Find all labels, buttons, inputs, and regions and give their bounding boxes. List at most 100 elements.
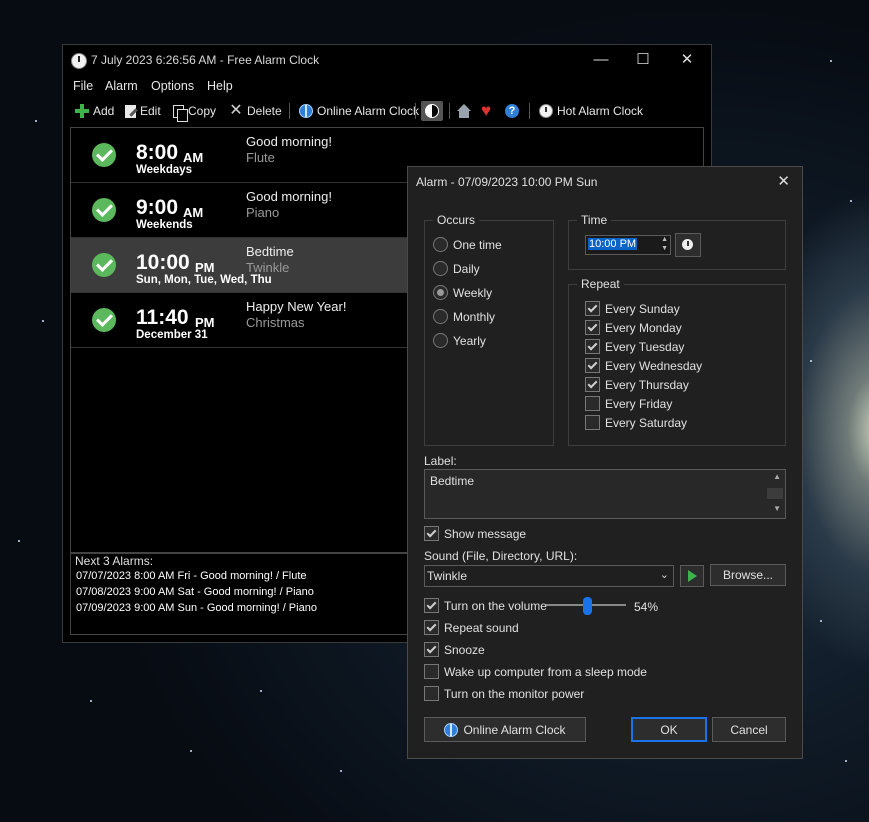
menu-file[interactable]: File bbox=[73, 79, 93, 93]
scroll-up-icon[interactable]: ▲ bbox=[773, 472, 781, 481]
checkbox-box bbox=[585, 358, 600, 373]
alarm-label: Good morning! bbox=[246, 189, 332, 204]
check-icon[interactable] bbox=[92, 198, 116, 222]
repeat-tuesday-checkbox[interactable]: Every Tuesday bbox=[585, 339, 684, 354]
radio-label: Monthly bbox=[453, 309, 496, 324]
dark-mode-toggle[interactable] bbox=[421, 101, 443, 121]
delete-button[interactable]: ✕ Delete bbox=[229, 101, 281, 121]
next-alarm-line: 07/08/2023 9:00 AM Sat - Good morning! /… bbox=[76, 586, 314, 598]
globe-icon bbox=[444, 722, 459, 737]
radio-indicator bbox=[433, 333, 448, 348]
occurs-daily-radio[interactable]: Daily bbox=[433, 261, 480, 276]
menu-help[interactable]: Help bbox=[207, 79, 233, 93]
alarm-clock-icon bbox=[71, 53, 87, 69]
toolbar-separator bbox=[449, 103, 450, 119]
alarm-time: 10:00 bbox=[136, 251, 190, 274]
homepage-button[interactable] bbox=[457, 101, 471, 121]
next-alarms-title: Next 3 Alarms: bbox=[75, 554, 154, 568]
checkbox-box bbox=[585, 320, 600, 335]
snooze-checkbox[interactable]: Snooze bbox=[424, 642, 485, 657]
checkbox-label: Every Sunday bbox=[605, 301, 680, 316]
show-message-checkbox[interactable]: Show message bbox=[424, 526, 526, 541]
radio-indicator bbox=[433, 237, 448, 252]
dialog-close-button[interactable]: ✕ bbox=[777, 172, 790, 190]
title-bar[interactable]: 7 July 2023 6:26:56 AM - Free Alarm Cloc… bbox=[63, 45, 711, 75]
sound-value: Twinkle bbox=[427, 569, 468, 583]
add-button[interactable]: Add bbox=[75, 101, 114, 121]
checkbox-box bbox=[424, 642, 439, 657]
scrollbar-thumb[interactable] bbox=[767, 488, 783, 499]
label-value: Bedtime bbox=[430, 474, 475, 488]
checkbox-label: Turn on the monitor power bbox=[444, 686, 585, 701]
occurs-title: Occurs bbox=[433, 213, 480, 227]
online-alarm-clock-label: Online Alarm Clock bbox=[317, 104, 420, 118]
check-icon[interactable] bbox=[92, 308, 116, 332]
online-alarm-clock-button[interactable]: Online Alarm Clock bbox=[299, 101, 419, 121]
menu-alarm[interactable]: Alarm bbox=[105, 79, 138, 93]
alarm-ampm: AM bbox=[183, 205, 204, 220]
checkbox-box bbox=[424, 664, 439, 679]
repeat-sunday-checkbox[interactable]: Every Sunday bbox=[585, 301, 680, 316]
checkbox-box bbox=[424, 620, 439, 635]
close-button[interactable]: ✕ bbox=[677, 51, 697, 69]
clock-picker-button[interactable] bbox=[675, 233, 701, 257]
monitor-power-checkbox[interactable]: Turn on the monitor power bbox=[424, 686, 584, 701]
spin-up-icon[interactable]: ▲ bbox=[661, 236, 668, 243]
occurs-yearly-radio[interactable]: Yearly bbox=[433, 333, 486, 348]
checkbox-box bbox=[424, 598, 439, 613]
checkbox-label: Every Friday bbox=[605, 396, 673, 411]
repeat-wednesday-checkbox[interactable]: Every Wednesday bbox=[585, 358, 702, 373]
checkbox-label: Every Saturday bbox=[605, 415, 688, 430]
time-input[interactable]: 10:00 PM ▲ ▼ bbox=[585, 235, 671, 255]
checkbox-box bbox=[585, 301, 600, 316]
occurs-weekly-radio[interactable]: Weekly bbox=[433, 285, 492, 300]
time-group: Time 10:00 PM ▲ ▼ bbox=[568, 213, 786, 270]
occurs-one-time-radio[interactable]: One time bbox=[433, 237, 502, 252]
cancel-button[interactable]: Cancel bbox=[712, 717, 786, 742]
menu-options[interactable]: Options bbox=[151, 79, 194, 93]
online-alarm-clock-button[interactable]: Online Alarm Clock bbox=[424, 717, 586, 742]
plus-icon bbox=[75, 104, 89, 118]
spin-down-icon[interactable]: ▼ bbox=[661, 245, 668, 252]
scroll-down-icon[interactable]: ▼ bbox=[773, 504, 781, 513]
alarm-time: 9:00 bbox=[136, 196, 179, 219]
repeat-saturday-checkbox[interactable]: Every Saturday bbox=[585, 415, 687, 430]
ok-button[interactable]: OK bbox=[631, 717, 707, 742]
next-alarm-line: 07/09/2023 9:00 AM Sun - Good morning! /… bbox=[76, 602, 317, 614]
repeat-friday-checkbox[interactable]: Every Friday bbox=[585, 396, 672, 411]
donate-button[interactable]: ♥ bbox=[481, 101, 495, 121]
repeat-group: Repeat Every Sunday Every Monday Every T… bbox=[568, 277, 786, 446]
alarm-sound: Piano bbox=[246, 205, 280, 220]
repeat-thursday-checkbox[interactable]: Every Thursday bbox=[585, 377, 689, 392]
repeat-monday-checkbox[interactable]: Every Monday bbox=[585, 320, 682, 335]
checkbox-label: Every Tuesday bbox=[605, 339, 685, 354]
check-icon[interactable] bbox=[92, 253, 116, 277]
hot-alarm-clock-button[interactable]: Hot Alarm Clock bbox=[539, 101, 643, 121]
turn-on-volume-checkbox[interactable]: Turn on the volume bbox=[424, 598, 547, 613]
alarm-ampm: AM bbox=[183, 150, 204, 165]
dialog-title: Alarm - 07/09/2023 10:00 PM Sun bbox=[416, 175, 598, 189]
edit-icon bbox=[125, 104, 136, 118]
play-sound-button[interactable] bbox=[680, 565, 704, 587]
globe-icon bbox=[299, 104, 313, 118]
checkbox-box bbox=[585, 339, 600, 354]
label-caption: Label: bbox=[424, 454, 457, 468]
maximize-button[interactable]: ☐ bbox=[633, 51, 653, 69]
alarm-days: Weekends bbox=[136, 219, 193, 231]
browse-button[interactable]: Browse... bbox=[710, 564, 786, 586]
checkbox-box bbox=[424, 686, 439, 701]
minimize-button[interactable]: — bbox=[591, 51, 611, 69]
label-textarea[interactable]: Bedtime ▲ ▼ bbox=[424, 469, 786, 519]
edit-button[interactable]: Edit bbox=[125, 101, 161, 121]
checkbox-label: Every Monday bbox=[605, 320, 682, 335]
occurs-monthly-radio[interactable]: Monthly bbox=[433, 309, 495, 324]
repeat-sound-checkbox[interactable]: Repeat sound bbox=[424, 620, 519, 635]
check-icon[interactable] bbox=[92, 143, 116, 167]
wake-up-checkbox[interactable]: Wake up computer from a sleep mode bbox=[424, 664, 647, 679]
sound-select[interactable]: Twinkle ⌄ bbox=[424, 565, 674, 587]
copy-button[interactable]: Copy bbox=[173, 101, 216, 122]
volume-slider-thumb[interactable] bbox=[583, 597, 592, 615]
help-button[interactable]: ? bbox=[505, 101, 519, 121]
hot-alarm-clock-label: Hot Alarm Clock bbox=[557, 104, 644, 118]
radio-indicator bbox=[433, 261, 448, 276]
